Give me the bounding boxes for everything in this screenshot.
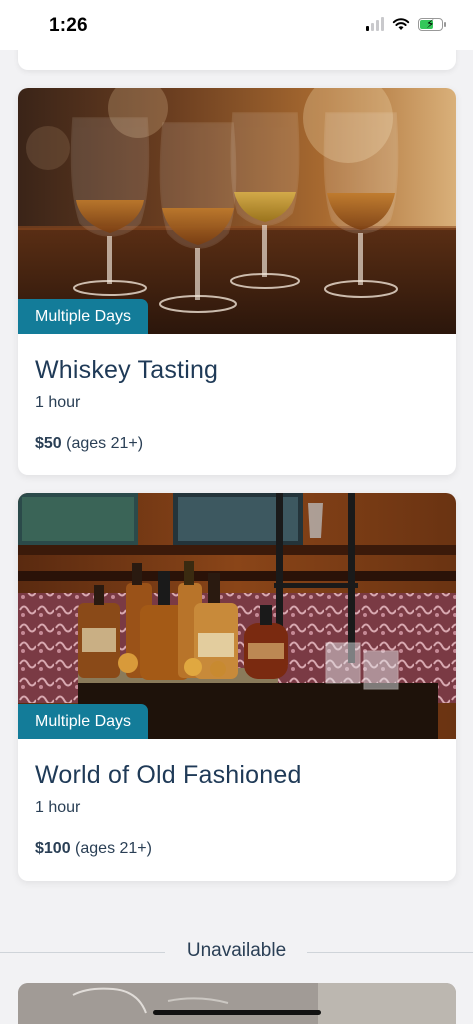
- section-label: Unavailable: [186, 940, 287, 961]
- card-price: $50 (ages 21+): [35, 435, 439, 453]
- unavailable-section-divider: Unavailable: [0, 935, 473, 967]
- availability-badge: Multiple Days: [18, 299, 149, 334]
- availability-badge: Multiple Days: [18, 704, 149, 739]
- home-indicator[interactable]: [153, 1010, 321, 1015]
- card-body: Whiskey Tasting 1 hour $50 (ages 21+): [18, 334, 456, 453]
- status-icons: ⚡: [366, 17, 446, 31]
- experience-card-world-of-old-fashioned[interactable]: Multiple Days World of Old Fashioned 1 h…: [18, 493, 456, 881]
- whiskey-glasses-image: Multiple Days: [18, 88, 456, 334]
- card-price: $100 (ages 21+): [35, 840, 439, 858]
- age-note: (ages 21+): [70, 840, 152, 857]
- battery-icon: ⚡: [418, 17, 446, 31]
- status-time: 1:26: [49, 15, 88, 36]
- divider-line-right: [307, 952, 473, 953]
- price-amount: $100: [35, 840, 71, 857]
- wifi-icon: [392, 18, 410, 30]
- card-title: World of Old Fashioned: [35, 761, 302, 789]
- cellular-signal-icon: [366, 17, 384, 31]
- experience-card-whiskey-tasting[interactable]: Multiple Days Whiskey Tasting 1 hour $50…: [18, 88, 456, 475]
- bottom-card-image: [18, 983, 456, 1024]
- price-amount: $50: [35, 435, 62, 452]
- unavailable-experience-card[interactable]: [18, 983, 456, 1024]
- card-duration: 1 hour: [35, 394, 81, 411]
- status-bar: 1:26 ⚡: [0, 0, 473, 50]
- card-title: Whiskey Tasting: [35, 356, 219, 384]
- age-note: (ages 21+): [61, 435, 144, 452]
- old-fashioned-bar-image: Multiple Days: [18, 493, 456, 739]
- card-duration: 1 hour: [35, 799, 81, 816]
- card-body: World of Old Fashioned 1 hour $100 (ages…: [18, 739, 456, 858]
